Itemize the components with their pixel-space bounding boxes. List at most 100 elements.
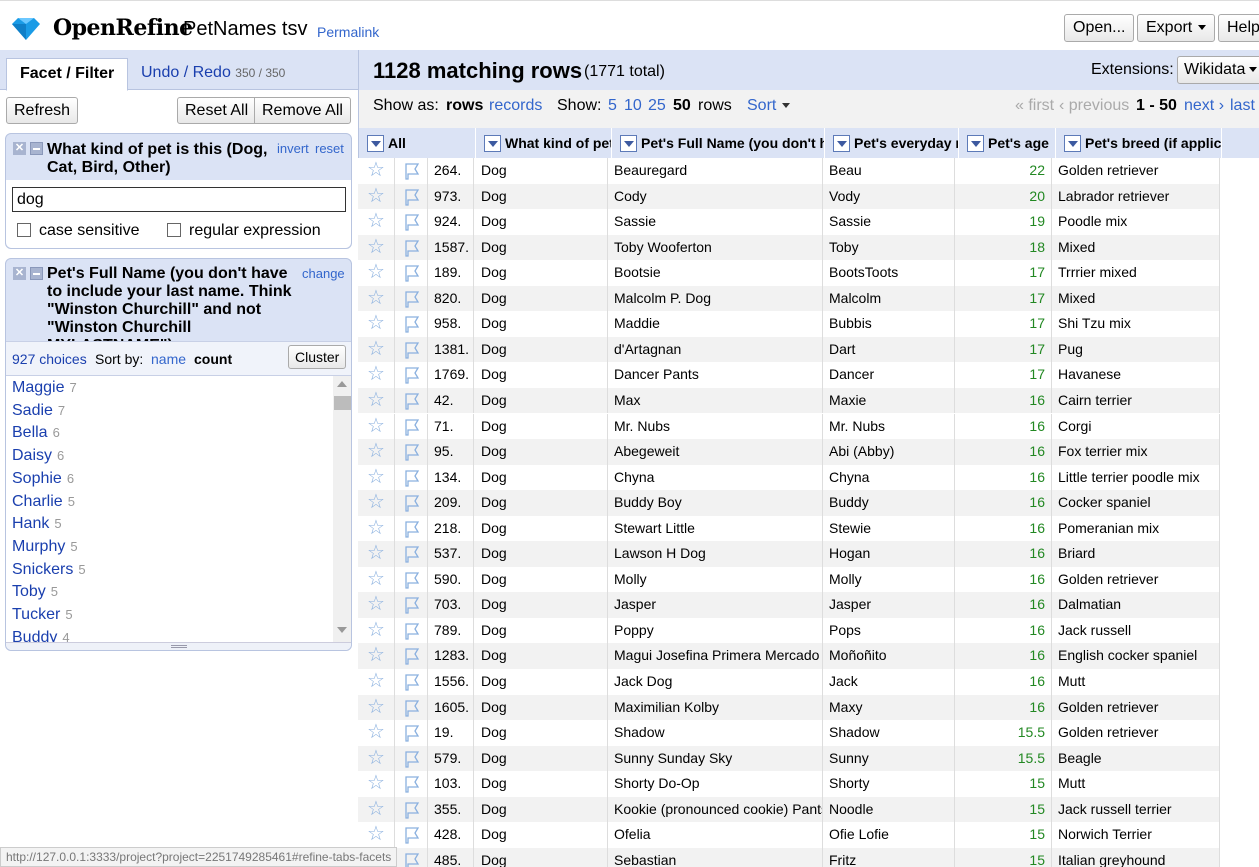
sort-by-count-link[interactable]: count [194, 351, 232, 367]
cell-full-name[interactable]: Shorty Do-Op [608, 771, 823, 797]
cell-everyday-name[interactable]: Vody [823, 183, 955, 210]
cell-everyday-name[interactable]: Noodle [823, 796, 955, 823]
cell-age[interactable]: 15 [955, 847, 1052, 867]
row-number[interactable]: 537. [428, 541, 474, 567]
flag-icon[interactable] [395, 464, 428, 491]
cell-kind[interactable]: Dog [474, 694, 608, 721]
case-sensitive-checkbox[interactable] [17, 223, 31, 237]
row-number[interactable]: 19. [428, 720, 474, 746]
row-number[interactable]: 958. [428, 311, 474, 337]
flag-icon[interactable] [395, 387, 428, 414]
cell-kind[interactable]: Dog [474, 592, 608, 618]
cell-breed[interactable]: Shi Tzu mix [1052, 311, 1220, 337]
row-number[interactable]: 789. [428, 617, 474, 644]
cell-kind[interactable]: Dog [474, 464, 608, 491]
cell-age[interactable]: 16 [955, 464, 1052, 491]
cell-full-name[interactable]: Maddie [608, 311, 823, 337]
cell-everyday-name[interactable]: Hogan [823, 541, 955, 567]
cell-full-name[interactable]: Mr. Nubs [608, 413, 823, 439]
cell-kind[interactable]: Dog [474, 234, 608, 261]
cell-everyday-name[interactable]: Shorty [823, 771, 955, 797]
cell-full-name[interactable]: Molly [608, 566, 823, 593]
choice-name[interactable]: Sophie [12, 470, 62, 487]
choice-name[interactable]: Maggie [12, 379, 64, 396]
rows-mode-link[interactable]: rows [446, 97, 483, 115]
star-icon[interactable]: ☆ [358, 720, 395, 746]
cell-kind[interactable]: Dog [474, 336, 608, 363]
next-page-link[interactable]: next › [1184, 97, 1224, 115]
cell-everyday-name[interactable]: Maxie [823, 387, 955, 414]
cell-age[interactable]: 16 [955, 413, 1052, 439]
cell-breed[interactable]: Golden retriever [1052, 720, 1220, 746]
cell-everyday-name[interactable]: Sassie [823, 209, 955, 235]
column-header-age[interactable]: Pet's age [959, 128, 1056, 158]
cell-everyday-name[interactable]: Beau [823, 158, 955, 184]
cell-breed[interactable]: Fox terrier mix [1052, 439, 1220, 465]
sort-menu[interactable]: Sort [747, 97, 791, 115]
cell-age[interactable]: 16 [955, 387, 1052, 414]
cell-age[interactable]: 17 [955, 336, 1052, 363]
first-page-link[interactable]: « first [1015, 97, 1054, 115]
row-number[interactable]: 590. [428, 566, 474, 593]
row-number[interactable]: 1283. [428, 643, 474, 669]
cell-breed[interactable]: Italian greyhound [1052, 847, 1220, 867]
scrollbar[interactable] [333, 376, 351, 642]
row-number[interactable]: 973. [428, 183, 474, 210]
filter-text-input[interactable] [12, 187, 346, 212]
flag-icon[interactable] [395, 158, 428, 184]
cell-breed[interactable]: Poodle mix [1052, 209, 1220, 235]
star-icon[interactable]: ☆ [358, 234, 395, 261]
scroll-down-icon[interactable] [337, 627, 347, 633]
facet-choice[interactable]: Sophie 6 [12, 469, 74, 489]
flag-icon[interactable] [395, 311, 428, 337]
cell-full-name[interactable]: Sunny Sunday Sky [608, 745, 823, 772]
close-icon[interactable]: ✕ [13, 267, 26, 280]
cell-kind[interactable]: Dog [474, 413, 608, 439]
cell-age[interactable]: 17 [955, 311, 1052, 337]
cell-everyday-name[interactable]: Abi (Abby) [823, 439, 955, 465]
cell-breed[interactable]: Pug [1052, 336, 1220, 363]
cell-everyday-name[interactable]: Jack [823, 669, 955, 695]
star-icon[interactable]: ☆ [358, 439, 395, 465]
cell-kind[interactable]: Dog [474, 183, 608, 210]
flag-icon[interactable] [395, 822, 428, 848]
cell-age[interactable]: 16 [955, 515, 1052, 542]
cell-everyday-name[interactable]: Molly [823, 566, 955, 593]
cell-full-name[interactable]: Max [608, 387, 823, 414]
cell-age[interactable]: 15.5 [955, 745, 1052, 772]
flag-icon[interactable] [395, 183, 428, 210]
cell-breed[interactable]: Trrrier mixed [1052, 260, 1220, 286]
row-number[interactable]: 485. [428, 847, 474, 867]
column-menu-icon[interactable] [967, 134, 984, 152]
tab-facet-filter[interactable]: Facet / Filter [6, 58, 129, 91]
cell-everyday-name[interactable]: Sunny [823, 745, 955, 772]
cell-full-name[interactable]: Chyna [608, 464, 823, 491]
facet-choice[interactable]: Hank 5 [12, 514, 62, 534]
flag-icon[interactable] [395, 439, 428, 465]
star-icon[interactable]: ☆ [358, 822, 395, 848]
column-menu-icon[interactable] [484, 134, 501, 152]
last-page-link[interactable]: last [1230, 97, 1255, 115]
star-icon[interactable]: ☆ [358, 566, 395, 593]
refresh-button[interactable]: Refresh [6, 97, 79, 124]
cell-breed[interactable]: Jack russell terrier [1052, 796, 1220, 823]
invert-link[interactable]: invert [277, 141, 309, 156]
reset-all-button[interactable]: Reset All [177, 97, 257, 124]
page-size-25[interactable]: 25 [648, 97, 666, 115]
flag-icon[interactable] [395, 541, 428, 567]
facet-choice[interactable]: Charlie 5 [12, 492, 75, 512]
row-number[interactable]: 189. [428, 260, 474, 286]
cell-kind[interactable]: Dog [474, 745, 608, 772]
star-icon[interactable]: ☆ [358, 490, 395, 516]
column-header-all[interactable]: All [359, 128, 476, 158]
cell-kind[interactable]: Dog [474, 260, 608, 286]
permalink-link[interactable]: Permalink [317, 24, 379, 40]
cell-kind[interactable]: Dog [474, 311, 608, 337]
cell-everyday-name[interactable]: BootsToots [823, 260, 955, 286]
choice-name[interactable]: Snickers [12, 561, 73, 578]
cell-kind[interactable]: Dog [474, 617, 608, 644]
scrollbar-thumb[interactable] [334, 396, 351, 410]
flag-icon[interactable] [395, 643, 428, 669]
cell-full-name[interactable]: Toby Wooferton [608, 234, 823, 261]
column-menu-icon[interactable] [367, 134, 384, 152]
